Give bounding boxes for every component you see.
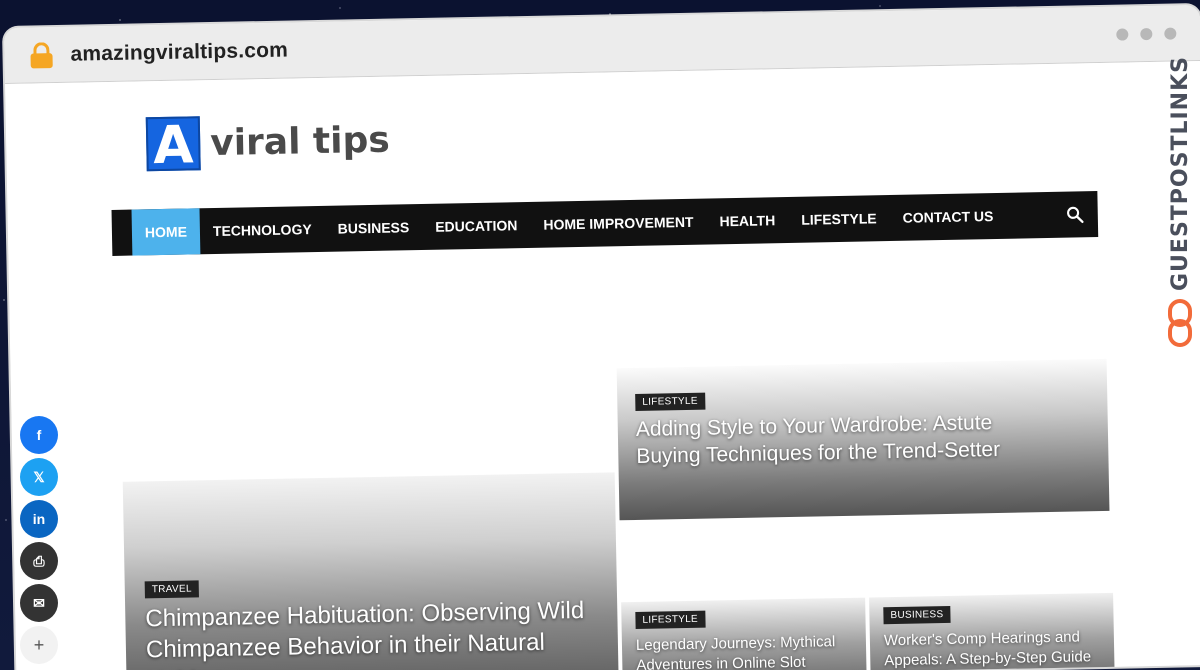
site-logo[interactable]: A viral tips [145, 113, 391, 176]
print-icon[interactable]: ⎙ [20, 542, 58, 580]
window-dots [1116, 26, 1177, 41]
guestpostlinks-watermark: GUESTPOSTLINKS [1160, 56, 1200, 356]
featured-post-big[interactable]: TRAVEL Chimpanzee Habituation: Observing… [122, 472, 619, 670]
facebook-icon[interactable]: f [20, 416, 58, 454]
nav-item-home-improvement[interactable]: HOME IMPROVEMENT [530, 199, 707, 248]
main-nav: HOME TECHNOLOGY BUSINESS EDUCATION HOME … [111, 191, 1099, 256]
post-category-tag[interactable]: LIFESTYLE [635, 610, 706, 629]
search-icon[interactable] [1051, 191, 1098, 238]
post-title[interactable]: Legendary Journeys: Mythical Adventures … [636, 632, 857, 670]
email-icon[interactable]: ✉ [20, 584, 58, 622]
nav-item-contact-us[interactable]: CONTACT US [889, 193, 1007, 241]
url-text[interactable]: amazingviraltips.com [70, 38, 288, 66]
watermark-text: GUESTPOSTLINKS [1167, 56, 1193, 291]
browser-window: amazingviraltips.com A viral tips HOME T… [4, 5, 1200, 670]
nav-item-lifestyle[interactable]: LIFESTYLE [788, 195, 890, 243]
social-share-bar: f 𝕏 in ⎙ ✉ + [20, 416, 58, 664]
featured-post-small-1[interactable]: LIFESTYLE Legendary Journeys: Mythical A… [621, 597, 867, 670]
more-share-icon[interactable]: + [20, 626, 58, 664]
featured-post-small-2[interactable]: BUSINESS Worker's Comp Hearings and Appe… [869, 592, 1115, 670]
nav-item-business[interactable]: BUSINESS [324, 204, 422, 252]
linkedin-icon[interactable]: in [20, 500, 58, 538]
x-icon[interactable]: 𝕏 [20, 458, 58, 496]
link-icon [1168, 299, 1192, 347]
post-title[interactable]: Chimpanzee Habituation: Observing Wild C… [145, 595, 587, 670]
nav-item-technology[interactable]: TECHNOLOGY [199, 206, 325, 254]
post-category-tag[interactable]: LIFESTYLE [635, 392, 705, 411]
page-content: A viral tips HOME TECHNOLOGY BUSINESS ED… [5, 61, 1200, 670]
nav-item-home[interactable]: HOME [131, 208, 201, 256]
logo-mark: A [145, 115, 201, 176]
lock-icon [28, 41, 54, 68]
post-category-tag[interactable]: TRAVEL [144, 580, 199, 599]
nav-item-health[interactable]: HEALTH [706, 197, 789, 245]
dot-icon [1164, 26, 1177, 40]
post-title[interactable]: Worker's Comp Hearings and Appeals: A St… [884, 627, 1105, 670]
featured-post-top-right[interactable]: LIFESTYLE Adding Style to Your Wardrobe:… [616, 358, 1110, 521]
dot-icon [1140, 27, 1153, 40]
dot-icon [1116, 27, 1129, 41]
post-title[interactable]: Adding Style to Your Wardrobe: Astute Bu… [636, 408, 1027, 470]
nav-item-education[interactable]: EDUCATION [422, 202, 531, 250]
logo-text: viral tips [209, 119, 391, 164]
post-category-tag[interactable]: BUSINESS [883, 605, 951, 625]
